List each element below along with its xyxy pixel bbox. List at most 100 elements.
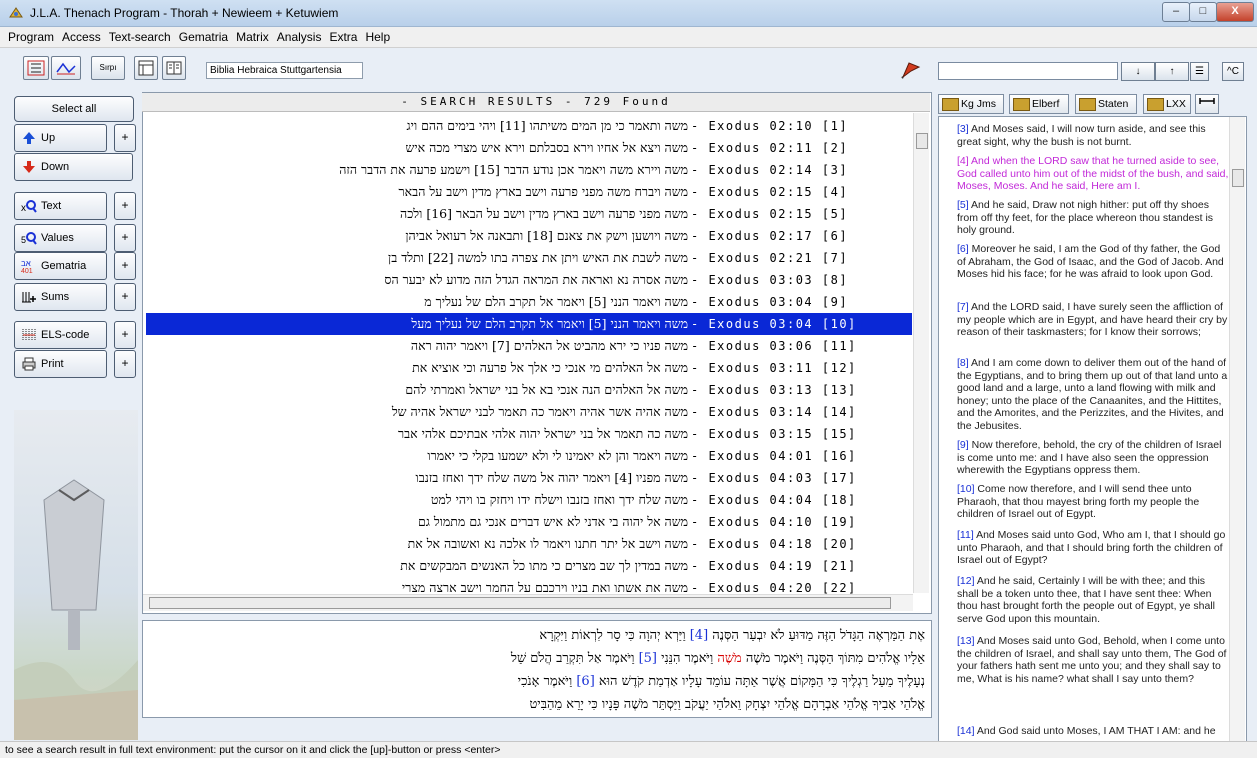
els-grid-icon (22, 329, 36, 341)
menu-access[interactable]: Access (58, 27, 105, 44)
tab-staten[interactable]: Staten (1075, 94, 1137, 114)
translation-vertical-scrollbar[interactable] (1229, 117, 1245, 741)
tab-elberf[interactable]: Elberf (1009, 94, 1069, 114)
menu-bar: Program Access Text-search Gematria Matrix An… (0, 27, 1257, 48)
gematria-plus-button[interactable]: + (114, 252, 136, 280)
list-button[interactable]: ☰ (1190, 62, 1209, 81)
scroll-thumb[interactable] (149, 597, 891, 609)
results-horizontal-scrollbar[interactable] (143, 594, 913, 611)
result-row[interactable]: משה כה תאמר אל בני ישראל יהוה אלהי אבתיכ… (146, 423, 912, 445)
app-window: J.L.A. Thenach Program - Thorah + Newiee… (0, 0, 1257, 758)
result-row[interactable]: משה ויאמר הנני [5] ויאמר אל תקרב הלם של … (146, 291, 912, 313)
text-plus-button[interactable]: + (114, 192, 136, 220)
result-row[interactable]: משה וישב אל יתר חתנו ויאמר לו אלכה נא וא… (146, 533, 912, 555)
full-text-line: אֱלֹהֵי אָבִיךָ אֱלֹהֵי אַבְרָהָם אֱלֹהֵ… (529, 697, 925, 712)
result-row[interactable]: משה אהיה אשר אהיה ויאמר כה תאמר לבני ישר… (146, 401, 912, 423)
down-arrow-icon (23, 161, 35, 173)
translation-text-panel: [3] And Moses said, I will now turn asid… (938, 116, 1247, 744)
result-row-selected[interactable]: משה ויאמר הנני [5] ויאמר אל תקרב הלם של … (146, 313, 912, 335)
maximize-button[interactable]: □ (1189, 2, 1217, 22)
select-all-button[interactable]: Select all (14, 96, 134, 122)
toolbar-script-button[interactable]: Sırpı (91, 56, 125, 80)
result-row[interactable]: משה מפני פרעה וישב בארץ מדין וישב על הבא… (146, 203, 912, 225)
close-button[interactable]: X (1216, 2, 1254, 22)
toolbar-window-button[interactable] (134, 56, 158, 80)
full-text-line: אֵלָיו אֱלֹהִים מִתּוֹךְ הַסְּנֶה וַיֹּא… (510, 651, 925, 666)
menu-gematria[interactable]: Gematria (175, 27, 232, 44)
title-bar: J.L.A. Thenach Program - Thorah + Newiee… (0, 0, 1257, 27)
sums-button[interactable]: Sums (14, 283, 107, 311)
verse: [11] And Moses said unto God, Who am I, … (957, 529, 1226, 566)
menu-text-search[interactable]: Text-search (105, 27, 175, 44)
menu-analysis[interactable]: Analysis (273, 27, 326, 44)
verse: [14] And God said unto Moses, I AM THAT … (957, 725, 1216, 737)
els-plus-button[interactable]: + (114, 321, 136, 349)
verse-highlighted: [4] And when the LORD saw that he turned… (957, 155, 1229, 192)
result-row[interactable]: משה ויושען וישק את צאנם [18] ותבאנה אל ר… (146, 225, 912, 247)
minimize-button[interactable]: – (1162, 2, 1190, 22)
result-row[interactable]: משה אל האלהים הנה אנכי בא אל בני ישראל ו… (146, 379, 912, 401)
scroll-thumb[interactable] (1232, 169, 1244, 187)
svg-text:5: 5 (21, 235, 26, 245)
find-prev-button[interactable]: ↑ (1155, 62, 1189, 81)
up-plus-button[interactable]: + (114, 124, 136, 152)
translation-tabs: Kg Jms Elberf Staten LXX (935, 94, 1249, 114)
toolbar-matrix-button[interactable] (23, 56, 49, 80)
result-row[interactable]: משה לשבת את האיש ויתן את צפרה בתו למשה [… (146, 247, 912, 269)
bible-selector[interactable]: Biblia Hebraica Stuttgartensia (206, 62, 363, 79)
result-row[interactable]: משה אסרה נא ואראה את המראה הגדל הזה מדוע… (146, 269, 912, 291)
config-button[interactable]: ^C (1222, 62, 1244, 81)
link-button[interactable] (1195, 94, 1219, 114)
bible-search-input[interactable] (938, 62, 1118, 80)
verse: [8] And I am come down to deliver them o… (957, 357, 1228, 432)
values-plus-button[interactable]: + (114, 224, 136, 252)
text-search-icon: x (21, 200, 37, 214)
print-button[interactable]: Print (14, 350, 107, 378)
list-icon: ☰ (1195, 66, 1204, 77)
result-row[interactable]: משה ויירא משה ויאמר אכן נודע הדבר [15] ו… (146, 159, 912, 181)
sums-plus-button[interactable]: + (114, 283, 136, 311)
menu-matrix[interactable]: Matrix (232, 27, 273, 44)
result-row[interactable]: משה ויאמר והן לא יאמינו לי ולא ישמעו בקל… (146, 445, 912, 467)
result-row[interactable]: משה מפניו [4] ויאמר יהוה אל משה שלח ידך … (146, 467, 912, 489)
menu-program[interactable]: Program (4, 27, 58, 44)
els-code-button[interactable]: ELS-code (14, 321, 107, 349)
scroll-thumb[interactable] (916, 133, 928, 149)
tab-kg-jms[interactable]: Kg Jms (938, 94, 1004, 114)
result-row[interactable]: משה ויצא אל אחיו וירא בסבלתם וירא איש מצ… (146, 137, 912, 159)
values-search-button[interactable]: 5 Values (14, 224, 107, 252)
search-results-list: משה ותאמר כי מן המים משיתהו [11] ויהי בי… (146, 115, 912, 599)
sums-icon (22, 292, 36, 303)
tab-lxx[interactable]: LXX (1143, 94, 1191, 114)
link-icon (1199, 98, 1215, 104)
binoculars-up-icon: ↑ (1169, 66, 1175, 77)
result-row[interactable]: משה אל האלהים מי אנכי כי אלך אל פרעה וכי… (146, 357, 912, 379)
results-vertical-scrollbar[interactable] (913, 113, 929, 593)
gematria-button[interactable]: אב 401 Gematria (14, 252, 107, 280)
verse: [3] And Moses said, I will now turn asid… (957, 123, 1206, 148)
binoculars-down-icon: ↓ (1135, 66, 1141, 77)
print-plus-button[interactable]: + (114, 350, 136, 378)
result-row[interactable]: משה במדין לך שב מצרים כי מתו כל האנשים ה… (146, 555, 912, 577)
result-row[interactable]: משה ויברח משה מפני פרעה וישב בארץ מדין ו… (146, 181, 912, 203)
full-text-line: נְעָלֶיךָ מֵעַל רַגְלֶיךָ כִּי הַמָּקוֹם… (517, 674, 925, 689)
verse: [9] Now therefore, behold, the cry of th… (957, 439, 1222, 476)
find-next-button[interactable]: ↓ (1121, 62, 1155, 81)
toolbar-analysis-button[interactable] (51, 56, 81, 80)
down-button[interactable]: Down (14, 153, 133, 181)
toolbar-book-button[interactable] (162, 56, 186, 80)
full-text-line: אֶת הַמַּרְאֶה הַגָּדֹל הַזֶּה מַדּוּעַ … (539, 628, 925, 643)
full-text-panel: אֶת הַמַּרְאֶה הַגָּדֹל הַזֶּה מַדּוּעַ … (142, 620, 932, 718)
book-icon (1079, 98, 1096, 111)
result-row[interactable]: משה פניו כי ירא מהביט אל האלהים [7] ויאמ… (146, 335, 912, 357)
up-button[interactable]: Up (14, 124, 107, 152)
menu-extra[interactable]: Extra (325, 27, 361, 44)
result-row[interactable]: משה אל יהוה בי אדני לא איש דברים אנכי גם… (146, 511, 912, 533)
flag-icon[interactable] (899, 59, 921, 79)
menorah-image (14, 479, 138, 740)
window-icon (138, 60, 154, 76)
result-row[interactable]: משה ותאמר כי מן המים משיתהו [11] ויהי בי… (146, 115, 912, 137)
result-row[interactable]: משה שלח ידך ואחז בזנבו וישלח ידו ויחזק ב… (146, 489, 912, 511)
text-search-button[interactable]: x Text (14, 192, 107, 220)
menu-help[interactable]: Help (361, 27, 394, 44)
